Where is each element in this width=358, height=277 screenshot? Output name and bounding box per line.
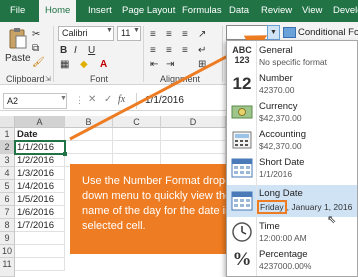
abc-123-icon: ABC 123 — [232, 45, 252, 65]
format-name: General — [259, 45, 293, 56]
format-name: Long Date — [259, 188, 303, 199]
percent-icon: % — [232, 249, 252, 270]
format-example: 12:00:00 AM — [259, 233, 307, 243]
format-example: 42370.00 — [259, 85, 295, 95]
format-example: No specific format — [259, 57, 328, 67]
day-name-highlight: Friday — [257, 200, 287, 214]
accounting-icon — [231, 129, 253, 151]
number-format-dropdown: ABC 123 General No specific format 12 Num… — [226, 40, 358, 277]
format-name: Number — [259, 73, 293, 84]
currency-icon — [231, 101, 253, 123]
calendar-icon — [231, 190, 253, 212]
format-example: $42,370.00 — [259, 141, 302, 151]
icon-column-divider — [256, 41, 257, 276]
format-example: 1/1/2016 — [259, 169, 293, 179]
format-name: Short Date — [259, 157, 305, 168]
format-example: Friday, January 1, 2016 — [257, 200, 353, 214]
number-12-icon: 12 — [232, 74, 252, 93]
format-name: Accounting — [259, 129, 307, 140]
format-name: Currency — [259, 101, 298, 112]
format-option-number[interactable]: 12 Number 42370.00 — [227, 71, 357, 97]
format-name: Time — [259, 221, 280, 232]
format-example: 4237000.00% — [259, 261, 312, 271]
format-option-long-date[interactable]: Long Date Friday, January 1, 2016 — [227, 185, 357, 217]
format-option-accounting[interactable]: Accounting $42,370.00 — [227, 127, 357, 153]
format-option-general[interactable]: ABC 123 General No specific format — [227, 43, 357, 69]
clock-icon — [231, 221, 253, 243]
format-option-percentage[interactable]: % Percentage 4237000.00% — [227, 247, 357, 273]
calendar-icon — [231, 157, 253, 179]
format-option-short-date[interactable]: Short Date 1/1/2016 — [227, 155, 357, 181]
format-example: $42,370.00 — [259, 113, 302, 123]
format-option-currency[interactable]: Currency $42,370.00 — [227, 99, 357, 125]
format-example-rest: , January 1, 2016 — [286, 202, 353, 212]
format-option-time[interactable]: Time 12:00:00 AM — [227, 219, 357, 245]
format-name: Percentage — [259, 249, 308, 260]
